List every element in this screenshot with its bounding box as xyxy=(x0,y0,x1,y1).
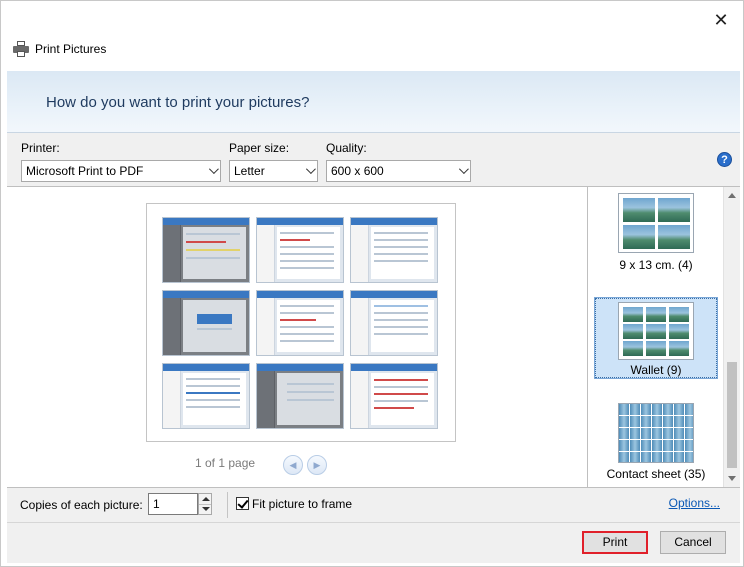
preview-thumbnail xyxy=(256,290,344,356)
preview-thumbnail xyxy=(350,217,438,283)
print-preview-area: 1 of 1 page ◀ ▶ xyxy=(7,187,588,487)
print-button[interactable]: Print xyxy=(582,531,648,554)
scroll-up-icon xyxy=(728,193,736,198)
preview-thumbnail xyxy=(256,363,344,429)
printer-select-value: Microsoft Print to PDF xyxy=(26,164,144,178)
copies-bar: Copies of each picture: 1 Fit picture to… xyxy=(7,487,740,523)
scroll-down-icon xyxy=(728,476,736,481)
layout-preview-image xyxy=(618,403,694,463)
printer-select[interactable]: Microsoft Print to PDF xyxy=(21,160,221,182)
close-button[interactable]: ✕ xyxy=(707,9,735,31)
preview-thumbnail xyxy=(350,290,438,356)
layout-label: Wallet (9) xyxy=(630,363,682,377)
copies-input[interactable]: 1 xyxy=(148,493,198,515)
layout-item-wallet[interactable]: Wallet (9) xyxy=(594,297,718,379)
next-page-button[interactable]: ▶ xyxy=(307,455,327,475)
close-icon: ✕ xyxy=(713,9,729,30)
preview-thumbnail xyxy=(256,217,344,283)
page-heading: How do you want to print your pictures? xyxy=(46,94,310,111)
layout-label: 9 x 13 cm. (4) xyxy=(619,258,693,272)
page-indicator: 1 of 1 page xyxy=(195,456,256,470)
printer-label: Printer: xyxy=(21,141,60,155)
quality-select[interactable]: 600 x 600 xyxy=(326,160,471,182)
dialog-footer: Print Cancel xyxy=(7,523,740,563)
cancel-button[interactable]: Cancel xyxy=(660,531,726,554)
layout-scrollbar[interactable] xyxy=(723,187,740,487)
preview-thumbnail xyxy=(162,363,250,429)
options-link[interactable]: Options... xyxy=(669,496,720,510)
layout-item-contact-sheet[interactable]: Contact sheet (35) xyxy=(595,403,717,485)
paper-size-label: Paper size: xyxy=(229,141,290,155)
chevron-down-icon xyxy=(458,164,469,175)
header-banner: How do you want to print your pictures? xyxy=(7,71,740,133)
paper-size-select[interactable]: Letter xyxy=(229,160,318,182)
layout-list: 9 x 13 cm. (4) Wallet (9) Contact sheet … xyxy=(589,187,740,487)
layout-label: Contact sheet (35) xyxy=(606,467,706,481)
arrow-right-icon: ▶ xyxy=(313,460,321,470)
printer-icon xyxy=(13,41,29,57)
preview-thumbnail xyxy=(162,217,250,283)
fit-picture-checkbox[interactable] xyxy=(236,497,249,510)
scrollbar-thumb[interactable] xyxy=(727,362,737,468)
layout-item-9x13[interactable]: 9 x 13 cm. (4) xyxy=(595,193,717,281)
previous-page-button[interactable]: ◀ xyxy=(283,455,303,475)
paper-size-value: Letter xyxy=(234,164,265,178)
layout-preview-image xyxy=(618,193,694,253)
print-pictures-dialog: ✕ Print Pictures How do you want to prin… xyxy=(0,0,744,567)
arrow-left-icon: ◀ xyxy=(289,460,297,470)
help-icon[interactable]: ? xyxy=(717,152,732,167)
fit-picture-label[interactable]: Fit picture to frame xyxy=(252,497,352,511)
title-bar: Print Pictures xyxy=(13,41,106,57)
preview-thumbnail xyxy=(162,290,250,356)
window-title: Print Pictures xyxy=(35,42,107,56)
divider xyxy=(227,492,228,518)
layout-preview-image xyxy=(618,302,694,360)
copies-label: Copies of each picture: xyxy=(20,498,143,512)
chevron-down-icon xyxy=(305,164,316,175)
print-options-bar: Printer: Microsoft Print to PDF Paper si… xyxy=(7,133,740,187)
copies-stepper[interactable] xyxy=(198,493,212,515)
chevron-down-icon xyxy=(208,164,219,175)
quality-label: Quality: xyxy=(326,141,367,155)
preview-thumbnail xyxy=(350,363,438,429)
quality-value: 600 x 600 xyxy=(331,164,384,178)
preview-page xyxy=(146,203,456,442)
spin-up-icon[interactable] xyxy=(202,497,210,501)
spin-down-icon[interactable] xyxy=(202,507,210,511)
